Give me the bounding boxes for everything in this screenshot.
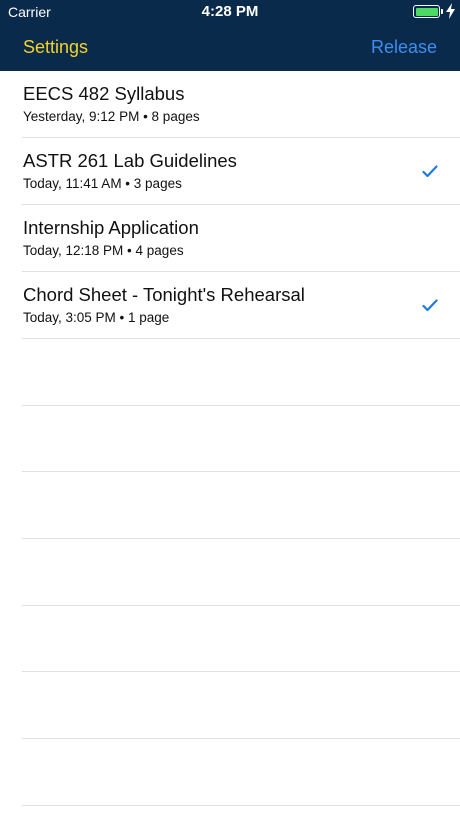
document-title: ASTR 261 Lab Guidelines [23, 150, 237, 171]
document-row[interactable]: Chord Sheet - Tonight's Rehearsal Today,… [22, 272, 460, 339]
battery-tip [441, 9, 443, 14]
empty-row [22, 406, 460, 473]
empty-row [22, 539, 460, 606]
document-row[interactable]: ASTR 261 Lab Guidelines Today, 11:41 AM … [22, 138, 460, 205]
document-row[interactable]: EECS 482 Syllabus Yesterday, 9:12 PM • 8… [22, 71, 460, 138]
empty-row [22, 339, 460, 406]
document-title: Chord Sheet - Tonight's Rehearsal [23, 284, 305, 305]
navigation-bar: Settings Release [0, 26, 460, 71]
empty-row [22, 672, 460, 740]
document-row[interactable]: Internship Application Today, 12:18 PM •… [22, 205, 460, 272]
document-title: Internship Application [23, 217, 199, 238]
document-subtitle: Yesterday, 9:12 PM • 8 pages [23, 109, 200, 124]
empty-row [22, 606, 460, 673]
release-button[interactable]: Release [371, 37, 437, 58]
document-list: EECS 482 Syllabus Yesterday, 9:12 PM • 8… [0, 71, 460, 806]
document-title: EECS 482 Syllabus [23, 83, 185, 104]
status-bar: Carrier 4:28 PM [0, 0, 460, 26]
document-subtitle: Today, 11:41 AM • 3 pages [23, 176, 182, 191]
settings-button[interactable]: Settings [23, 37, 88, 58]
document-subtitle: Today, 12:18 PM • 4 pages [23, 243, 184, 258]
empty-row [22, 739, 460, 806]
battery-icon [413, 5, 440, 18]
battery-level [415, 7, 438, 16]
status-time: 4:28 PM [201, 3, 259, 20]
checkmark-icon [422, 165, 438, 178]
empty-row [22, 472, 460, 540]
document-subtitle: Today, 3:05 PM • 1 page [23, 310, 170, 325]
checkmark-icon [422, 299, 438, 312]
charging-bolt-icon [446, 3, 455, 19]
